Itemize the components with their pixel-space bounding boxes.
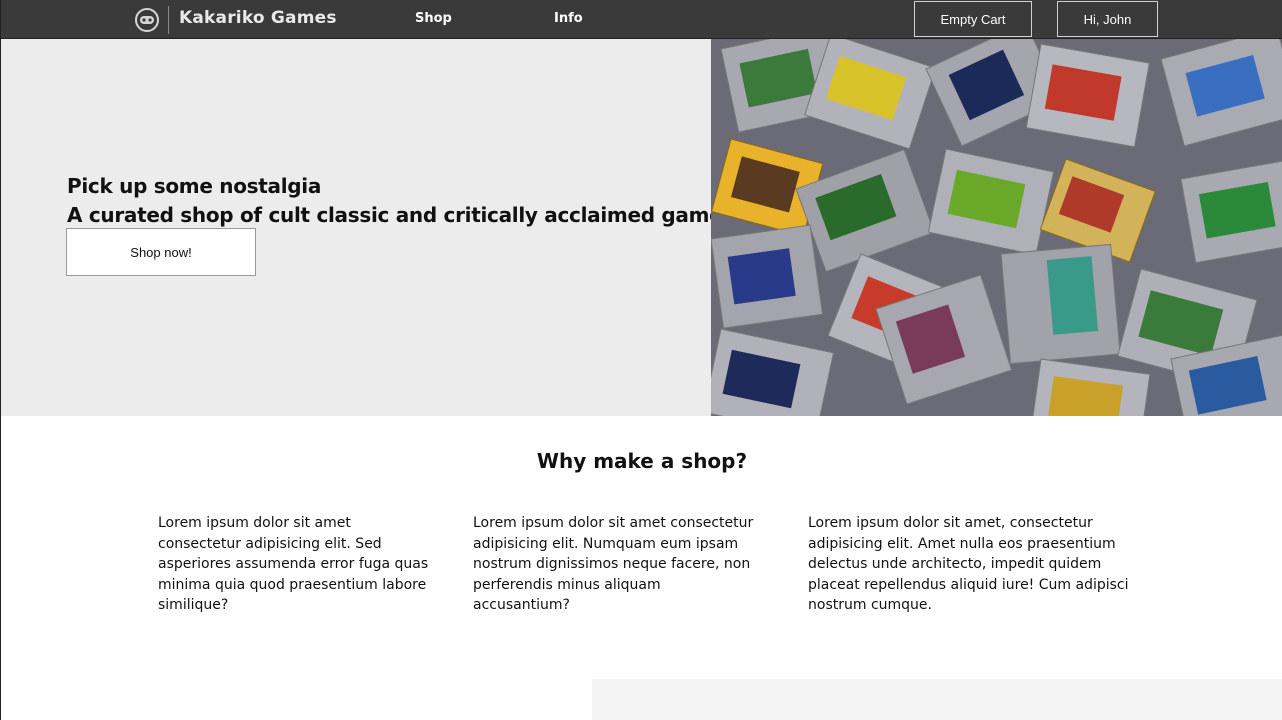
section-title-why: Why make a shop?	[536, 449, 748, 473]
logo-divider	[168, 6, 169, 34]
why-column-2: Lorem ipsum dolor sit amet consectetur a…	[473, 515, 754, 613]
gamepad-icon[interactable]	[135, 8, 159, 32]
why-column-1: Lorem ipsum dolor sit amet consectetur a…	[158, 515, 429, 613]
hero-heading-line-1: Pick up some nostalgia	[67, 174, 322, 198]
user-menu-button[interactable]: Hi, John	[1057, 1, 1158, 37]
shop-now-button[interactable]: Shop now!	[66, 228, 256, 276]
bottom-section-panel	[592, 679, 1282, 720]
nav-link-shop[interactable]: Shop	[415, 11, 452, 26]
hero-heading: Pick up some nostalgia A curated shop of…	[67, 172, 734, 230]
game-cartridges-photo	[711, 39, 1282, 416]
why-column-3: Lorem ipsum dolor sit amet, consectetur …	[808, 515, 1129, 613]
hero-text-panel: Pick up some nostalgia A curated shop of…	[1, 39, 734, 416]
nav-link-info[interactable]: Info	[554, 11, 583, 26]
cart-button[interactable]: Empty Cart	[914, 1, 1032, 37]
brand-name[interactable]: Kakariko Games	[179, 8, 337, 28]
hero-heading-line-2: A curated shop of cult classic and criti…	[67, 203, 735, 227]
top-navbar: Kakariko Games Shop Info Empty Cart Hi, …	[1, 0, 1282, 39]
